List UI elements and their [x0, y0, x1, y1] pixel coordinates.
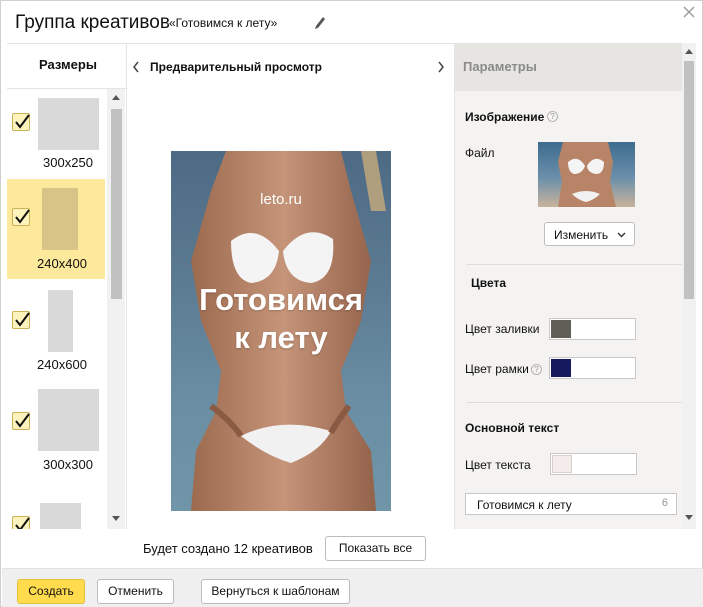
preview-title: Предварительный просмотр	[150, 60, 322, 74]
size-checkbox[interactable]	[12, 516, 30, 529]
chars-left-counter: 6	[661, 497, 668, 509]
border-color-label: Цвет рамки	[465, 362, 529, 376]
scroll-down-arrow-icon[interactable]	[685, 515, 693, 520]
scroll-down-arrow-icon[interactable]	[112, 516, 120, 521]
change-image-label: Изменить	[554, 228, 609, 242]
image-section-title: Изображение	[465, 110, 545, 124]
sizes-list: 300x250 240x400 240x600 300x300	[7, 89, 107, 529]
section-divider	[467, 264, 682, 265]
params-header: Параметры	[455, 44, 682, 91]
sizes-header: Размеры	[7, 44, 126, 89]
size-label: 240x400	[37, 256, 87, 271]
size-item-300x250[interactable]: 300x250	[7, 89, 105, 179]
colors-section-title: Цвета	[471, 276, 507, 290]
size-label: 240x600	[37, 357, 87, 372]
sizes-panel: Размеры 300x250 240x400 240x600 300x300	[7, 43, 127, 529]
size-item-240x400[interactable]: 240x400	[7, 179, 105, 279]
params-title: Параметры	[463, 59, 537, 74]
fill-color-picker[interactable]	[549, 318, 636, 340]
section-divider	[467, 402, 682, 403]
size-item-300x300[interactable]: 300x300	[7, 379, 105, 479]
border-color-swatch	[551, 359, 571, 377]
back-to-templates-button[interactable]: Вернуться к шаблонам	[201, 579, 350, 604]
preview-prev-icon[interactable]	[131, 60, 141, 74]
size-checkbox[interactable]	[12, 412, 30, 430]
edit-pencil-icon[interactable]	[313, 14, 327, 30]
group-name: «Готовимся к лету»	[169, 16, 278, 30]
dialog-title: Группа креативов	[15, 12, 170, 33]
scroll-up-arrow-icon[interactable]	[112, 95, 120, 100]
cancel-button[interactable]: Отменить	[97, 579, 174, 604]
scrollbar-thumb[interactable]	[111, 109, 122, 299]
text-color-swatch	[552, 455, 572, 473]
help-icon[interactable]: ?	[547, 111, 558, 122]
create-button[interactable]: Создать	[17, 579, 85, 604]
main-text-input[interactable]: Готовимся к лету 6	[465, 493, 677, 515]
change-image-button[interactable]: Изменить	[544, 222, 635, 246]
size-label: 300x300	[43, 457, 93, 472]
file-label: Файл	[465, 146, 495, 160]
size-preview-thumb	[40, 503, 81, 529]
size-preview-thumb	[48, 290, 73, 352]
size-checkbox[interactable]	[12, 208, 30, 226]
close-icon[interactable]	[683, 5, 697, 19]
params-scrollbar[interactable]	[682, 43, 696, 529]
size-preview-thumb	[38, 389, 99, 451]
size-item-partial[interactable]	[7, 479, 105, 529]
headline-line-1: Готовимся	[199, 282, 363, 317]
sizes-title: Размеры	[39, 57, 97, 72]
size-checkbox[interactable]	[12, 311, 30, 329]
preview-panel: Предварительный просмотр leto.ru Готовим…	[127, 43, 454, 529]
creative-group-dialog: Группа креативов · «Готовимся к лету» Ра…	[0, 0, 703, 607]
main-text-value: Готовимся к лету	[477, 498, 572, 512]
sizes-scrollbar[interactable]	[107, 89, 125, 529]
creative-headline: Готовимся к лету	[171, 281, 391, 357]
dialog-header: Группа креативов · «Готовимся к лету»	[1, 1, 703, 43]
creatives-count-text: Будет создано 12 креативов	[143, 541, 313, 556]
creative-banner-preview: leto.ru Готовимся к лету	[171, 151, 391, 511]
scroll-up-arrow-icon[interactable]	[685, 49, 693, 54]
text-color-picker[interactable]	[550, 453, 637, 475]
fill-color-label: Цвет заливки	[465, 322, 540, 336]
text-color-label: Цвет текста	[465, 458, 531, 472]
size-checkbox[interactable]	[12, 113, 30, 131]
size-preview-thumb	[38, 98, 99, 150]
headline-line-2: к лету	[234, 320, 328, 355]
scrollbar-thumb[interactable]	[684, 61, 694, 299]
params-panel: Параметры Изображение ? Файл Изменить Цв…	[454, 43, 682, 529]
size-label: 300x250	[43, 155, 93, 170]
show-all-button[interactable]: Показать все	[325, 536, 426, 561]
size-item-240x600[interactable]: 240x600	[7, 279, 105, 379]
help-icon[interactable]: ?	[531, 364, 542, 375]
chevron-down-icon	[617, 232, 626, 238]
border-color-picker[interactable]	[549, 357, 636, 379]
fill-color-swatch	[551, 320, 571, 338]
size-preview-thumb	[42, 188, 78, 250]
creative-domain: leto.ru	[260, 191, 302, 208]
main-text-section-title: Основной текст	[465, 421, 560, 435]
file-thumbnail	[538, 142, 635, 207]
preview-next-icon[interactable]	[436, 60, 446, 74]
